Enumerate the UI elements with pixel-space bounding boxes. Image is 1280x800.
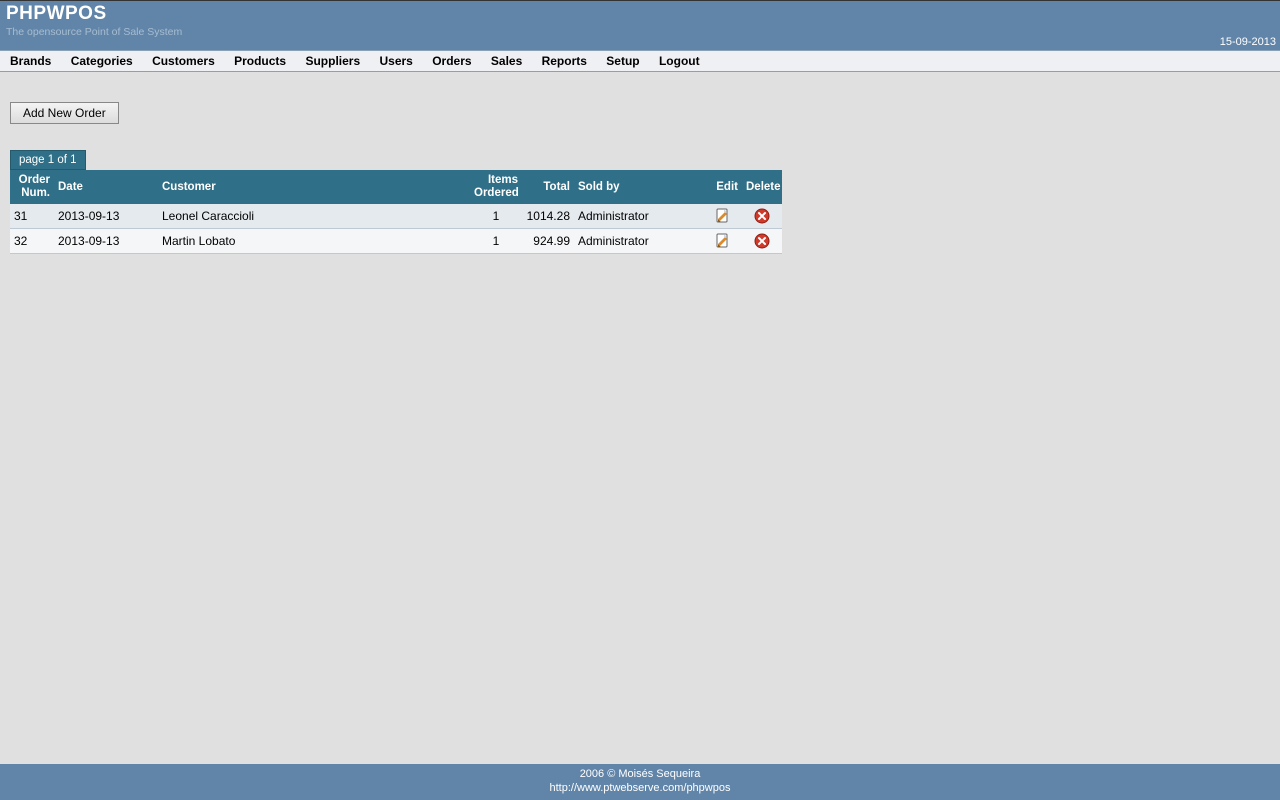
app-header: PHPWPOS The opensource Point of Sale Sys… bbox=[0, 0, 1280, 50]
col-customer: Customer bbox=[158, 170, 470, 204]
nav-categories[interactable]: Categories bbox=[63, 54, 141, 68]
nav-orders[interactable]: Orders bbox=[424, 54, 479, 68]
nav-users[interactable]: Users bbox=[371, 54, 420, 68]
col-date: Date bbox=[54, 170, 158, 204]
nav-brands[interactable]: Brands bbox=[2, 54, 59, 68]
cell-total: 1014.28 bbox=[522, 204, 574, 229]
delete-icon[interactable] bbox=[742, 229, 782, 254]
delete-icon[interactable] bbox=[742, 204, 782, 229]
app-subtitle: The opensource Point of Sale System bbox=[6, 26, 1274, 38]
col-delete: Delete bbox=[742, 170, 782, 204]
col-edit: Edit bbox=[704, 170, 742, 204]
nav-suppliers[interactable]: Suppliers bbox=[297, 54, 368, 68]
add-new-order-button[interactable]: Add New Order bbox=[10, 102, 119, 124]
footer-link[interactable]: http://www.ptwebserve.com/phpwpos bbox=[550, 782, 731, 794]
cell-order-num: 31 bbox=[10, 204, 54, 229]
cell-date: 2013-09-13 bbox=[54, 229, 158, 254]
edit-icon[interactable] bbox=[704, 204, 742, 229]
cell-customer: Leonel Caraccioli bbox=[158, 204, 470, 229]
header-date: 15-09-2013 bbox=[1220, 36, 1276, 48]
nav-sales[interactable]: Sales bbox=[483, 54, 530, 68]
nav-logout[interactable]: Logout bbox=[651, 54, 708, 68]
col-order-num: Order Num. bbox=[10, 170, 54, 204]
cell-items: 1 bbox=[470, 204, 522, 229]
cell-date: 2013-09-13 bbox=[54, 204, 158, 229]
nav-products[interactable]: Products bbox=[226, 54, 294, 68]
nav-reports[interactable]: Reports bbox=[534, 54, 595, 68]
col-total: Total bbox=[522, 170, 574, 204]
nav-setup[interactable]: Setup bbox=[598, 54, 647, 68]
cell-sold-by: Administrator bbox=[574, 204, 704, 229]
table-row: 32 2013-09-13 Martin Lobato 1 924.99 Adm… bbox=[10, 229, 782, 254]
col-sold-by: Sold by bbox=[574, 170, 704, 204]
app-title: PHPWPOS bbox=[6, 3, 1274, 25]
cell-items: 1 bbox=[470, 229, 522, 254]
cell-order-num: 32 bbox=[10, 229, 54, 254]
main-nav: Brands Categories Customers Products Sup… bbox=[0, 50, 1280, 72]
cell-customer: Martin Lobato bbox=[158, 229, 470, 254]
footer-copyright: 2006 © Moisés Sequeira bbox=[0, 767, 1280, 781]
pagination-label: page 1 of 1 bbox=[10, 150, 86, 170]
nav-customers[interactable]: Customers bbox=[144, 54, 223, 68]
cell-sold-by: Administrator bbox=[574, 229, 704, 254]
page-footer: 2006 © Moisés Sequeira http://www.ptwebs… bbox=[0, 764, 1280, 800]
col-items-ordered: Items Ordered bbox=[470, 170, 522, 204]
orders-table: Order Num. Date Customer Items Ordered T… bbox=[10, 170, 782, 254]
edit-icon[interactable] bbox=[704, 229, 742, 254]
page-content: Add New Order page 1 of 1 Order Num. Dat… bbox=[0, 72, 1280, 764]
table-row: 31 2013-09-13 Leonel Caraccioli 1 1014.2… bbox=[10, 204, 782, 229]
cell-total: 924.99 bbox=[522, 229, 574, 254]
